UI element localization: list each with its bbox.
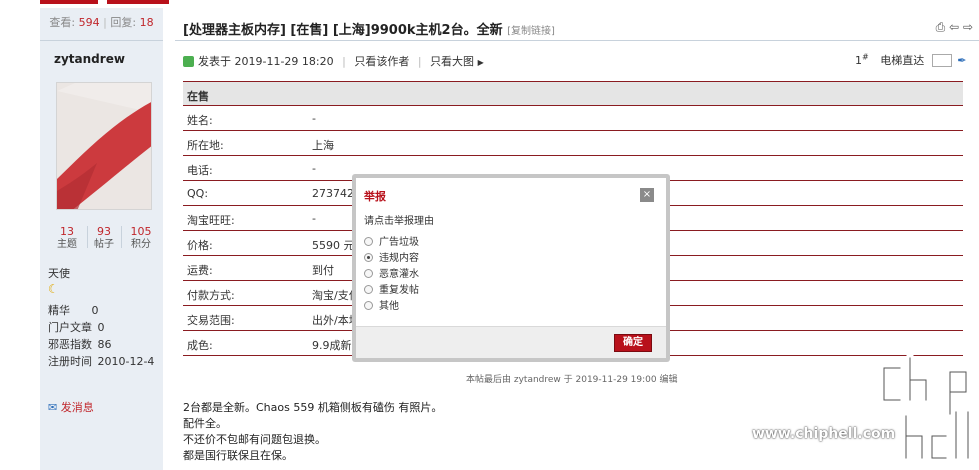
prev-thread-icon[interactable]: ⇦: [949, 20, 959, 34]
report-dialog-footer: 确定: [356, 326, 666, 358]
only-author-link[interactable]: 只看该作者: [354, 55, 409, 68]
post-meta: 发表于 2019-11-29 18:20 | 只看该作者 | 只看大图 ▶: [183, 53, 484, 69]
watermark-logo: [880, 354, 972, 462]
avatar[interactable]: [56, 82, 152, 210]
confirm-button[interactable]: 确定: [614, 334, 652, 352]
top-reply-button[interactable]: [40, 0, 98, 4]
table-header: 在售: [183, 81, 963, 106]
report-option-other[interactable]: 其他: [364, 297, 399, 312]
post-body: 2台都是全新。Chaos 559 机箱侧板有磕伤 有照片。 配件全。 不还价不包…: [183, 401, 443, 462]
stat-points[interactable]: 105 积分: [121, 225, 161, 251]
print-icon[interactable]: ⎙: [936, 20, 946, 34]
report-prompt: 请点击举报理由: [364, 216, 434, 227]
author-rank: 天使: [48, 267, 70, 280]
edited-note: 本帖最后由 zytandrew 于 2019-11-29 19:00 编辑: [466, 375, 678, 385]
sidebar-divider: [40, 40, 163, 41]
radio-button[interactable]: [364, 285, 373, 294]
envelope-icon: ✉: [48, 401, 58, 414]
stat-posts[interactable]: 93 帖子: [84, 225, 124, 251]
detail-portal-articles: 门户文章 0: [48, 321, 105, 334]
radio-button[interactable]: [364, 301, 373, 310]
author-name[interactable]: zytandrew: [54, 52, 125, 66]
moon-icon: ☾: [48, 282, 59, 296]
floor-jump-input[interactable]: [931, 54, 952, 67]
thread-title: [处理器主板内存] [在售] [上海]9900k主机2台。全新 [复制链接]: [183, 23, 555, 38]
detail-essence: 精华 0: [48, 304, 99, 317]
floor-jump: 1# 电梯直达 ✒: [855, 52, 967, 67]
close-icon[interactable]: ×: [640, 188, 654, 202]
radio-button[interactable]: [364, 269, 373, 278]
next-thread-icon[interactable]: ⇨: [963, 20, 973, 34]
radio-button-selected[interactable]: [364, 253, 373, 262]
pen-icon[interactable]: ✒: [957, 54, 966, 67]
detail-evil-index: 邪恶指数 86: [48, 338, 112, 351]
watermark-url: www.chiphell.com: [752, 426, 896, 442]
report-dialog-title: 举报: [364, 190, 386, 203]
report-dialog: 举报 × 请点击举报理由 广告垃圾 违规内容 恶意灌水 重复发帖 其他 确定: [356, 178, 666, 358]
only-images-link[interactable]: 只看大图: [430, 55, 474, 68]
detail-register-date: 注册时间 2010-12-4: [48, 355, 155, 368]
online-icon: [183, 56, 194, 67]
radio-button[interactable]: [364, 237, 373, 246]
table-row: 姓名: -: [183, 106, 963, 131]
title-toolbar: ⎙ ⇦ ⇨: [936, 20, 973, 35]
report-option-spam[interactable]: 恶意灌水: [364, 265, 419, 280]
stat-topics[interactable]: 13 主题: [47, 225, 87, 251]
report-option-illegal[interactable]: 违规内容: [364, 249, 419, 264]
title-divider: [175, 40, 979, 41]
report-option-duplicate[interactable]: 重复发帖: [364, 281, 419, 296]
report-option-ad[interactable]: 广告垃圾: [364, 233, 419, 248]
send-message-link[interactable]: ✉ 发消息: [48, 399, 94, 415]
copy-link[interactable]: [复制链接]: [507, 26, 555, 37]
avatar-image: [57, 83, 151, 209]
thread-stats: 查看: 594 | 回复: 18: [49, 16, 154, 29]
top-new-post-button[interactable]: [107, 0, 169, 4]
table-row: 所在地: 上海: [183, 131, 963, 156]
triangle-right-icon: ▶: [477, 58, 484, 67]
